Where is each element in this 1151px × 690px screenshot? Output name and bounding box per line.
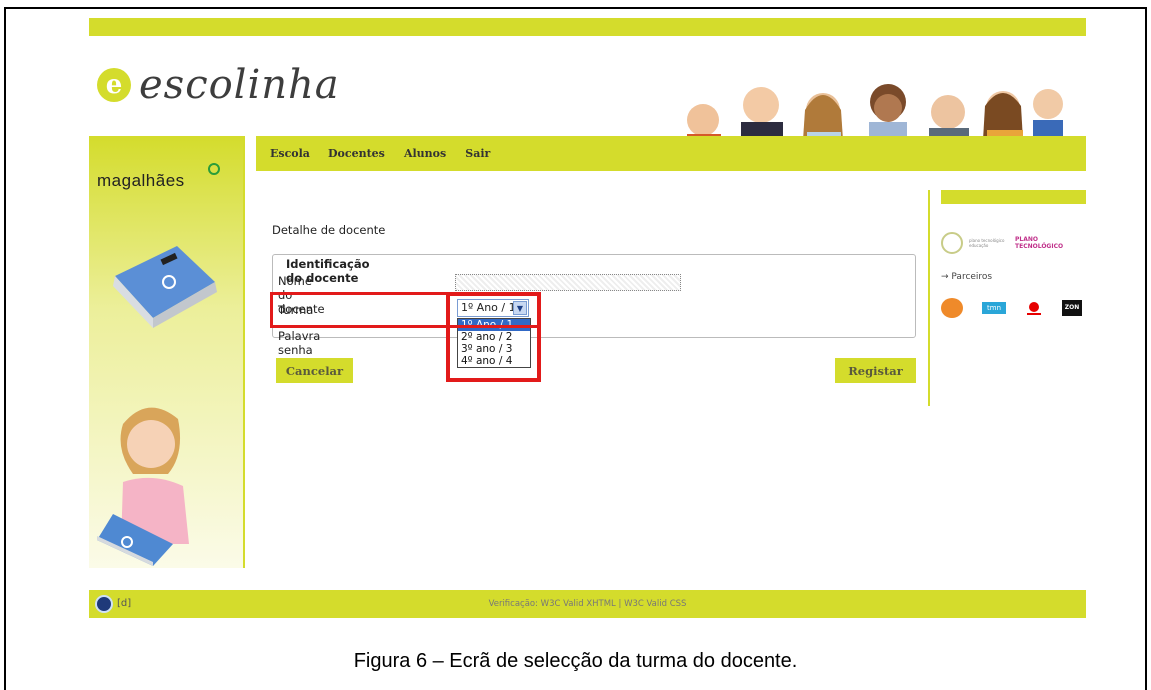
zon-logo[interactable]: ZON xyxy=(1062,300,1082,316)
sponsor-logos: plano tecnológico educação PLANO TECNOLÓ… xyxy=(941,226,1086,260)
logo-text: escolinha xyxy=(139,62,340,108)
laptop-image xyxy=(113,246,217,328)
palavra-senha-label: Palavra senha xyxy=(278,329,321,357)
girl-with-laptop-image xyxy=(97,407,189,566)
plano-tecnologico-icon xyxy=(941,232,963,254)
nav-item-sair[interactable]: Sair xyxy=(465,147,490,160)
main-nav: Escola Docentes Alunos Sair xyxy=(256,136,1086,171)
highlight-turma-dropdown xyxy=(446,292,541,382)
tmn-logo[interactable]: tmn xyxy=(982,302,1006,314)
parceiros-link[interactable]: → Parceiros xyxy=(941,272,1086,282)
nav-item-docentes[interactable]: Docentes xyxy=(328,147,385,160)
cancel-button[interactable]: Cancelar xyxy=(276,358,353,383)
right-panel: plano tecnológico educação PLANO TECNOLÓ… xyxy=(941,190,1086,318)
escolinha-logo[interactable]: e escolinha xyxy=(97,62,340,108)
footer-bar: [d] Verificação: W3C Valid XHTML | W3C V… xyxy=(89,590,1086,618)
right-panel-bar xyxy=(941,190,1086,204)
nav-item-escola[interactable]: Escola xyxy=(270,147,310,160)
left-sidebar: magalhães xyxy=(89,136,245,568)
top-bar xyxy=(89,18,1086,36)
page-title: Detalhe de docente xyxy=(272,223,386,237)
plano-tecnologico-logo[interactable]: PLANO TECNOLÓGICO xyxy=(1015,236,1065,250)
register-button[interactable]: Registar xyxy=(835,358,916,383)
figure-caption: Figura 6 – Ecrã de selecção da turma do … xyxy=(353,650,798,672)
footer-validation-text[interactable]: Verificação: W3C Valid XHTML | W3C Valid… xyxy=(89,599,1086,609)
right-divider xyxy=(928,190,930,406)
magalhaes-logo: magalhães xyxy=(97,171,185,190)
plano-tecnologico-text: plano tecnológico educação xyxy=(969,238,1005,248)
vodafone-logo-icon[interactable] xyxy=(1025,299,1043,317)
logo-e-icon: e xyxy=(97,68,131,102)
nav-item-alunos[interactable]: Alunos xyxy=(404,147,446,160)
nome-docente-input[interactable] xyxy=(455,274,681,291)
magalhaes-ring-icon xyxy=(208,163,220,175)
partner-logos: tmn ZON xyxy=(941,298,1086,318)
sapo-logo-icon[interactable] xyxy=(941,298,963,318)
